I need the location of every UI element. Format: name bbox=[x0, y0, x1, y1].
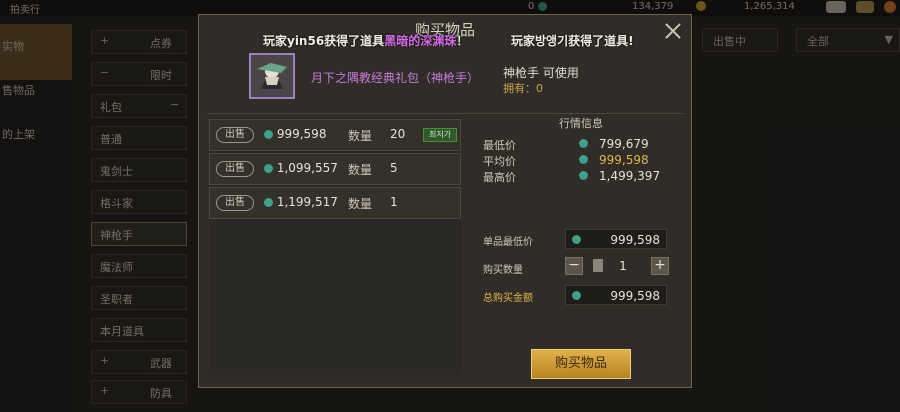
market-row-max: 最高价 1,499,397 bbox=[483, 169, 661, 184]
purchase-form: 单品最低价 999,598 购买数量 − 1 + 总购买金额 999,598 bbox=[477, 227, 673, 311]
coin-icon bbox=[572, 235, 581, 244]
unit-min-price-row: 单品最低价 999,598 bbox=[477, 229, 673, 251]
market-row-min: 最低价 799,679 bbox=[483, 137, 649, 152]
unit-min-price-field: 999,598 bbox=[565, 229, 667, 249]
coin-icon bbox=[579, 155, 588, 164]
listing-price: 1,099,557 bbox=[264, 161, 338, 175]
system-broadcast-left: 玩家yin56获得了道具黑暗的深渊珠！ bbox=[263, 34, 469, 48]
coin-icon bbox=[264, 130, 273, 139]
market-info-title: 行情信息 bbox=[559, 117, 603, 130]
listing-row[interactable]: 出售 999,598 数量 20 최저가 bbox=[209, 119, 461, 151]
close-icon[interactable] bbox=[661, 19, 685, 43]
coin-icon bbox=[264, 198, 273, 207]
coin-icon bbox=[572, 291, 581, 300]
usable-class: 神枪手 可使用 bbox=[503, 66, 579, 80]
decrease-button[interactable]: − bbox=[565, 257, 583, 275]
sell-button[interactable]: 出售 bbox=[216, 127, 254, 143]
system-broadcast-right: 玩家방앵기获得了道具! bbox=[511, 34, 634, 48]
quantity-row: 购买数量 − 1 + bbox=[477, 257, 673, 279]
quantity-label: 数量 bbox=[348, 197, 373, 211]
increase-button[interactable]: + bbox=[651, 257, 669, 275]
quantity-input[interactable]: 1 bbox=[609, 257, 637, 275]
quantity-label: 购买数量 bbox=[483, 265, 523, 276]
listing-list: 出售 999,598 数量 20 최저가 出售 1,099,557 数量 5 出… bbox=[209, 117, 461, 375]
unit-min-price-label: 单品最低价 bbox=[483, 237, 533, 248]
buy-button[interactable]: 购买物品 bbox=[531, 349, 631, 379]
coin-icon bbox=[264, 164, 273, 173]
listing-price: 1,199,517 bbox=[264, 195, 338, 209]
listing-quantity: 20 bbox=[390, 127, 406, 141]
calculator-icon[interactable] bbox=[593, 259, 603, 272]
total-price-label: 总购买金额 bbox=[483, 293, 533, 304]
listing-price: 999,598 bbox=[264, 127, 326, 141]
listing-row[interactable]: 出售 1,199,517 数量 1 bbox=[209, 187, 461, 219]
total-row: 总购买金额 999,598 bbox=[477, 285, 673, 307]
sell-button[interactable]: 出售 bbox=[216, 195, 254, 211]
total-price-field: 999,598 bbox=[565, 285, 667, 305]
quantity-label: 数量 bbox=[348, 129, 373, 143]
divider bbox=[207, 113, 683, 114]
market-info: 最低价 799,679 平均价 999,598 最高价 1,499,397 bbox=[477, 131, 673, 201]
coin-icon bbox=[579, 139, 588, 148]
sell-button[interactable]: 出售 bbox=[216, 161, 254, 177]
coin-icon bbox=[579, 171, 588, 180]
listing-row[interactable]: 出售 1,099,557 数量 5 bbox=[209, 153, 461, 185]
owned-count: 拥有：0 bbox=[503, 82, 543, 95]
listing-quantity: 5 bbox=[390, 161, 398, 175]
quantity-label: 数量 bbox=[348, 163, 373, 177]
purchase-dialog: 购买物品 玩家yin56获得了道具黑暗的深渊珠！ 玩家방앵기获得了道具! 月下之… bbox=[198, 14, 692, 388]
item-name: 月下之隅教经典礼包（神枪手） bbox=[311, 71, 480, 85]
market-row-avg: 平均价 999,598 bbox=[483, 153, 649, 168]
listing-quantity: 1 bbox=[390, 195, 398, 209]
lowest-price-badge: 최저가 bbox=[423, 128, 457, 142]
item-icon bbox=[249, 53, 295, 99]
